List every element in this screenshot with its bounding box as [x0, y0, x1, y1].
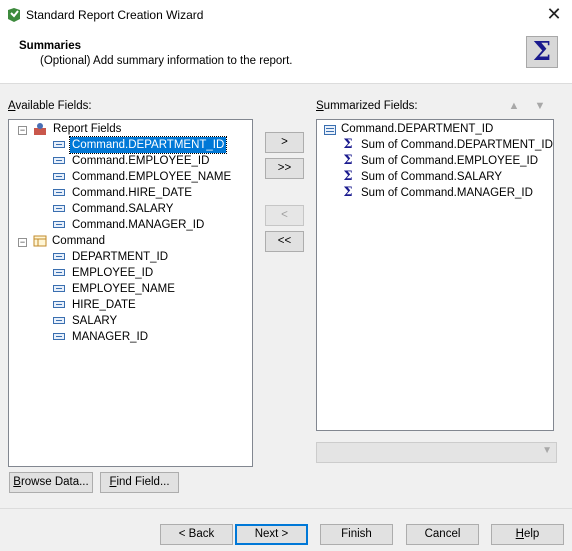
field-icon	[53, 317, 65, 324]
field-icon	[53, 269, 65, 276]
window-title: Standard Report Creation Wizard	[26, 8, 204, 22]
summarized-fields-label: Summarized Fields:	[316, 100, 418, 112]
field-icon	[53, 253, 65, 260]
command-node[interactable]: Command	[52, 233, 105, 249]
tree-item[interactable]: Command.EMPLOYEE_NAME	[53, 169, 253, 185]
field-icon	[53, 301, 65, 308]
title-bar: Standard Report Creation Wizard ✕	[0, 0, 572, 30]
tree-item[interactable]: MANAGER_ID	[53, 329, 253, 345]
sigma-icon: Σ	[343, 137, 353, 152]
available-fields-tree[interactable]: − Report Fields Command.DEPARTMENT_ID Co…	[8, 119, 253, 467]
sigma-icon: Σ	[526, 36, 558, 68]
field-icon	[53, 333, 65, 340]
field-icon	[53, 141, 65, 148]
field-icon	[53, 157, 65, 164]
sigma-icon: Σ	[343, 185, 353, 200]
remove-button[interactable]: <	[265, 205, 304, 226]
field-icon	[53, 189, 65, 196]
wizard-header: Summaries (Optional) Add summary informa…	[0, 30, 572, 84]
list-item[interactable]: Σ Sum of Command.MANAGER_ID	[342, 185, 552, 201]
tree-item[interactable]: Command.EMPLOYEE_ID	[53, 153, 253, 169]
tree-item[interactable]: Command.DEPARTMENT_ID	[53, 136, 253, 154]
add-all-button[interactable]: >>	[265, 158, 304, 179]
table-icon	[33, 235, 47, 247]
close-button[interactable]: ✕	[542, 3, 566, 27]
chevron-down-icon: ▼	[542, 445, 552, 456]
finish-button[interactable]: Finish	[320, 524, 393, 545]
group-node[interactable]: Command.DEPARTMENT_ID	[341, 121, 493, 137]
help-button[interactable]: Help	[491, 524, 564, 545]
tree-item[interactable]: EMPLOYEE_ID	[53, 265, 253, 281]
field-icon	[53, 285, 65, 292]
find-field-button[interactable]: Find Field...	[100, 472, 179, 493]
move-up-icon[interactable]: ▲	[507, 99, 521, 113]
report-fields-icon	[34, 123, 46, 135]
summary-operation-select[interactable]: ▼	[316, 442, 557, 463]
report-fields-node[interactable]: Report Fields	[53, 121, 121, 137]
sigma-icon: Σ	[343, 153, 353, 168]
remove-all-button[interactable]: <<	[265, 231, 304, 252]
group-icon	[324, 125, 336, 135]
tree-item[interactable]: Command.HIRE_DATE	[53, 185, 253, 201]
sigma-icon: Σ	[343, 169, 353, 184]
list-item[interactable]: Σ Sum of Command.SALARY	[342, 169, 552, 185]
footer-divider	[0, 508, 572, 509]
move-down-icon[interactable]: ▼	[533, 99, 547, 113]
list-item[interactable]: Σ Sum of Command.EMPLOYEE_ID	[342, 153, 552, 169]
tree-item[interactable]: EMPLOYEE_NAME	[53, 281, 253, 297]
tree-item[interactable]: HIRE_DATE	[53, 297, 253, 313]
field-icon	[53, 221, 65, 228]
collapse-report-fields-icon[interactable]: −	[18, 126, 27, 135]
field-icon	[53, 205, 65, 212]
next-button[interactable]: Next >	[235, 524, 308, 545]
app-icon	[8, 8, 20, 22]
add-button[interactable]: >	[265, 132, 304, 153]
page-title: Summaries	[19, 40, 82, 52]
tree-item[interactable]: Command.SALARY	[53, 201, 253, 217]
tree-item[interactable]: SALARY	[53, 313, 253, 329]
tree-item[interactable]: DEPARTMENT_ID	[53, 249, 253, 265]
summarized-fields-list[interactable]: Command.DEPARTMENT_ID Σ Sum of Command.D…	[316, 119, 554, 431]
collapse-command-icon[interactable]: −	[18, 238, 27, 247]
browse-data-button[interactable]: Browse Data...	[9, 472, 93, 493]
page-subtitle: (Optional) Add summary information to th…	[40, 55, 293, 67]
back-button[interactable]: < Back	[160, 524, 233, 545]
field-icon	[53, 173, 65, 180]
available-fields-label: Available Fields:	[8, 100, 92, 112]
cancel-button[interactable]: Cancel	[406, 524, 479, 545]
tree-item[interactable]: Command.MANAGER_ID	[53, 217, 253, 233]
list-item[interactable]: Σ Sum of Command.DEPARTMENT_ID	[342, 137, 553, 153]
